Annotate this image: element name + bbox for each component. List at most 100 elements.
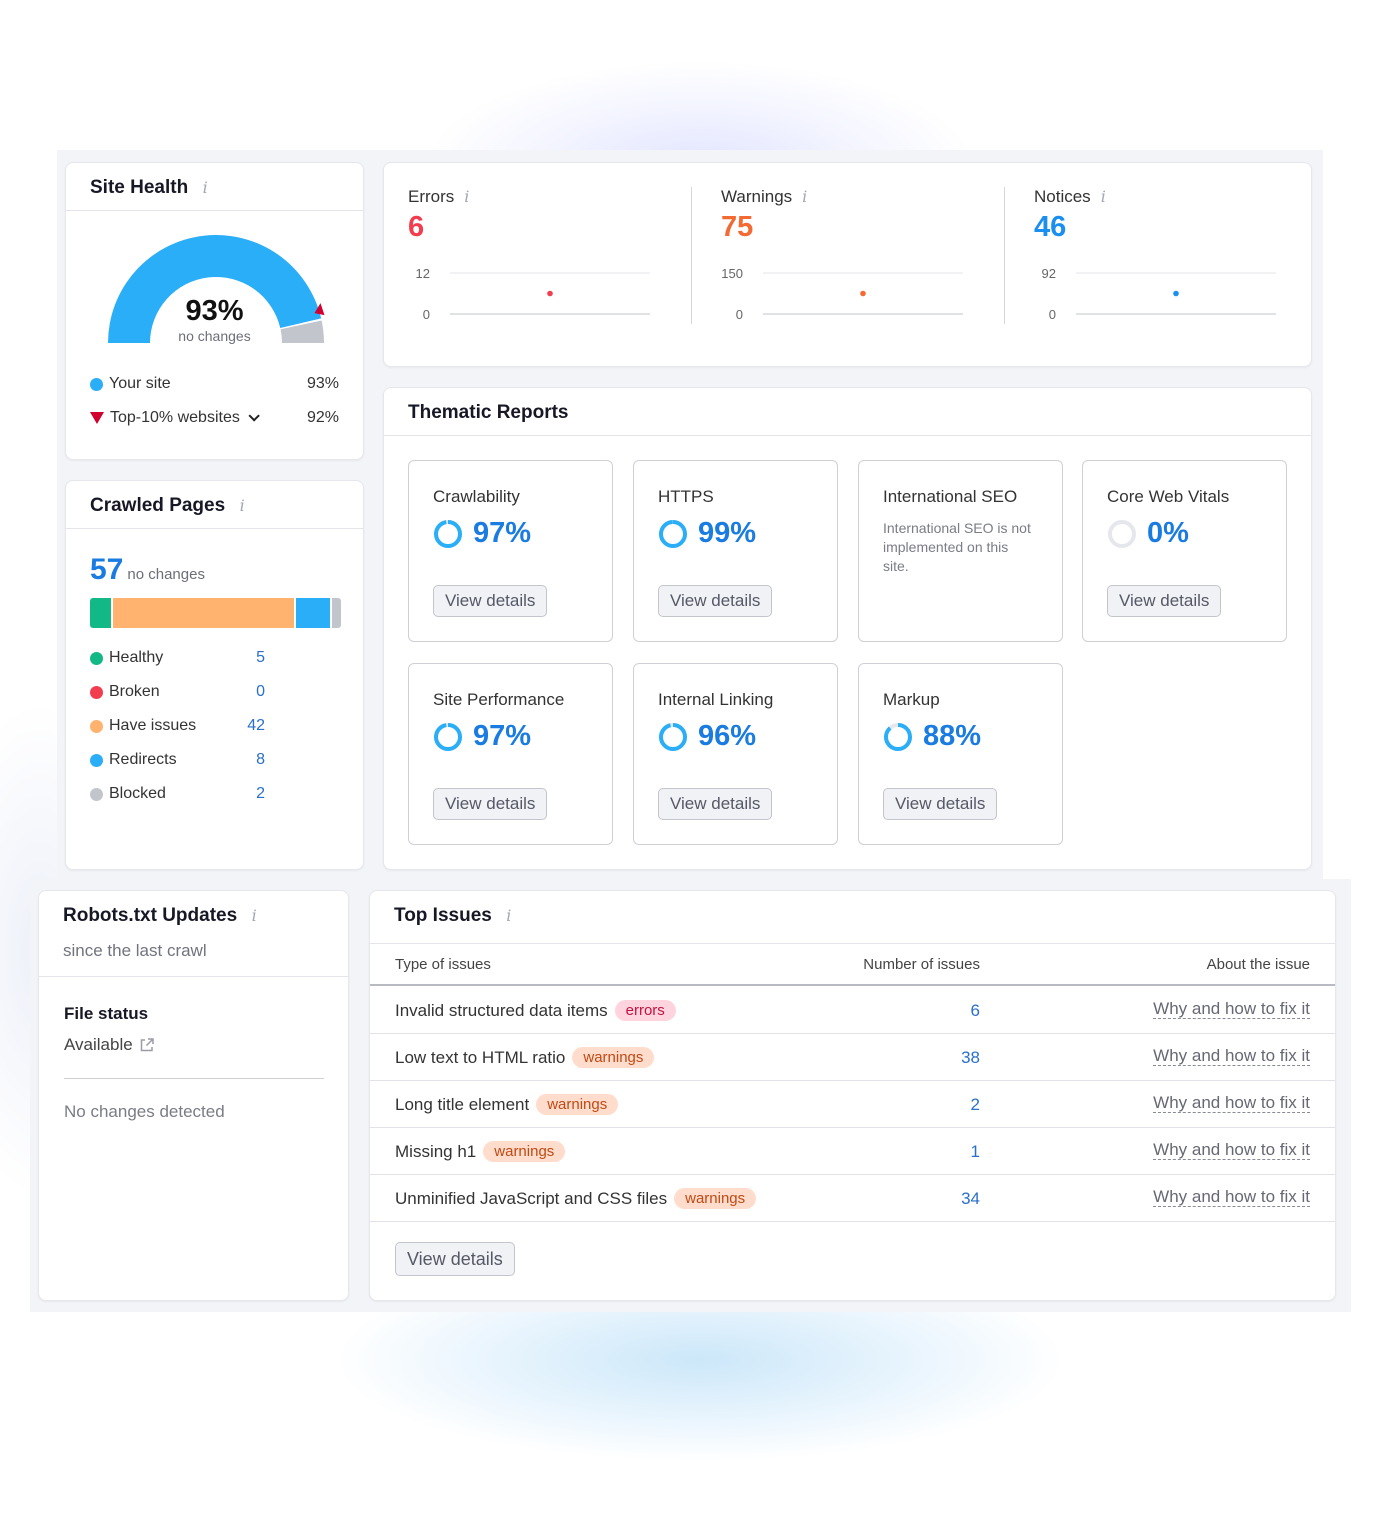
report-title: Core Web Vitals bbox=[1107, 487, 1230, 506]
view-details-button[interactable]: View details bbox=[658, 788, 773, 820]
crawled-category-row[interactable]: Have issues 42 bbox=[90, 717, 290, 735]
fix-link[interactable]: Why and how to fix it bbox=[1153, 1000, 1310, 1019]
report-percent[interactable]: 96% bbox=[698, 720, 756, 753]
crawled-category-row[interactable]: Healthy 5 bbox=[90, 649, 290, 667]
report-percent[interactable]: 0% bbox=[1147, 517, 1189, 550]
robots-subtitle: since the last crawl bbox=[63, 941, 207, 960]
category-value[interactable]: 0 bbox=[237, 683, 265, 701]
robots-changes: No changes detected bbox=[64, 1102, 225, 1121]
donut-icon bbox=[659, 722, 687, 751]
report-percent[interactable]: 88% bbox=[923, 720, 981, 753]
view-details-button[interactable]: View details bbox=[433, 788, 548, 820]
info-icon[interactable]: i bbox=[464, 187, 469, 206]
view-details-button[interactable]: View details bbox=[433, 585, 548, 617]
dot-icon bbox=[90, 651, 103, 665]
stat-warnings: Warnings i 75 150 0 bbox=[721, 187, 1011, 327]
crawled-total[interactable]: 57 no changes bbox=[90, 553, 205, 587]
donut-fill bbox=[659, 519, 687, 548]
file-status-value: Available bbox=[64, 1035, 133, 1054]
issue-name[interactable]: Long title element bbox=[395, 1095, 529, 1115]
view-details-button[interactable]: View details bbox=[883, 788, 998, 820]
category-value[interactable]: 42 bbox=[237, 717, 265, 735]
dot-icon bbox=[90, 753, 103, 767]
stat-label: Errors i bbox=[408, 187, 698, 207]
issue-name[interactable]: Missing h1 bbox=[395, 1142, 476, 1162]
report-percent[interactable]: 97% bbox=[473, 720, 531, 753]
data-point[interactable] bbox=[1173, 290, 1179, 297]
issue-cell: Long title element warnings bbox=[395, 1094, 619, 1115]
issue-count[interactable]: 38 bbox=[961, 1048, 980, 1068]
info-icon[interactable]: i bbox=[802, 187, 807, 206]
donut-track bbox=[1108, 519, 1136, 548]
triangle-down-icon bbox=[90, 412, 104, 424]
report-tile-international-seo: International SEO International SEO is no… bbox=[858, 460, 1063, 642]
crawled-total-value: 57 bbox=[90, 553, 124, 586]
issue-name[interactable]: Unminified JavaScript and CSS files bbox=[395, 1189, 667, 1209]
report-tile-https: HTTPS 99% View details bbox=[633, 460, 838, 642]
info-icon[interactable]: i bbox=[240, 496, 245, 515]
fix-link[interactable]: Why and how to fix it bbox=[1153, 1094, 1310, 1113]
report-note: International SEO is not implemented on … bbox=[883, 520, 1031, 574]
issue-count[interactable]: 6 bbox=[971, 1001, 980, 1021]
external-link-icon[interactable] bbox=[139, 1037, 155, 1053]
bar-segment-blocked[interactable] bbox=[332, 598, 341, 628]
category-value[interactable]: 5 bbox=[237, 649, 265, 667]
issue-name[interactable]: Invalid structured data items bbox=[395, 1001, 608, 1021]
fix-link[interactable]: Why and how to fix it bbox=[1153, 1188, 1310, 1207]
issue-count[interactable]: 1 bbox=[971, 1142, 980, 1162]
divider bbox=[64, 1078, 324, 1079]
info-icon[interactable]: i bbox=[506, 906, 511, 925]
fix-link[interactable]: Why and how to fix it bbox=[1153, 1141, 1310, 1160]
donut-fill bbox=[884, 722, 912, 751]
issue-cell: Invalid structured data items errors bbox=[395, 1000, 676, 1021]
site-health-card: Site Health i 93% no changes Your site 9… bbox=[65, 162, 364, 460]
issue-cell: Missing h1 warnings bbox=[395, 1141, 566, 1162]
column-header[interactable]: Type of issues bbox=[395, 956, 491, 973]
stat-value[interactable]: 46 bbox=[1034, 211, 1324, 244]
crawled-pages-bar bbox=[90, 598, 341, 628]
donut-icon bbox=[659, 519, 687, 548]
view-details-button[interactable]: View details bbox=[395, 1242, 515, 1276]
data-point[interactable] bbox=[860, 290, 866, 297]
card-title: Thematic Reports bbox=[408, 402, 569, 423]
stat-sparkline: 1500 bbox=[721, 266, 963, 322]
report-percent[interactable]: 97% bbox=[473, 517, 531, 550]
stat-errors: Errors i 6 12 0 bbox=[408, 187, 698, 327]
info-icon[interactable]: i bbox=[203, 178, 208, 197]
data-point[interactable] bbox=[547, 290, 553, 297]
fix-link[interactable]: Why and how to fix it bbox=[1153, 1047, 1310, 1066]
crawled-category-row[interactable]: Blocked 2 bbox=[90, 785, 290, 803]
category-value[interactable]: 8 bbox=[237, 751, 265, 769]
card-title: Site Health bbox=[90, 177, 189, 198]
axis-tick-max: 12 bbox=[416, 266, 430, 281]
legend-your-site: Your site 93% bbox=[90, 375, 339, 393]
crawled-category-row[interactable]: Redirects 8 bbox=[90, 751, 290, 769]
donut-icon bbox=[434, 519, 462, 548]
info-icon[interactable]: i bbox=[1101, 187, 1106, 206]
info-icon[interactable]: i bbox=[252, 906, 257, 925]
donut-icon bbox=[1108, 519, 1136, 548]
bar-segment-have-issues[interactable] bbox=[113, 598, 294, 628]
site-health-status: no changes bbox=[178, 328, 251, 344]
issue-count[interactable]: 2 bbox=[971, 1095, 980, 1115]
stat-value[interactable]: 6 bbox=[408, 211, 698, 244]
bar-segment-redirects[interactable] bbox=[296, 598, 331, 628]
thematic-reports-card: Thematic Reports Crawlability 97% View det… bbox=[383, 387, 1312, 870]
view-details-button[interactable]: View details bbox=[1107, 585, 1222, 617]
column-header[interactable]: Number of issues bbox=[863, 956, 980, 973]
bar-segment-healthy[interactable] bbox=[90, 598, 112, 628]
report-percent[interactable]: 99% bbox=[698, 517, 756, 550]
category-value[interactable]: 2 bbox=[237, 785, 265, 803]
crawled-category-row[interactable]: Broken 0 bbox=[90, 683, 290, 701]
stat-value[interactable]: 75 bbox=[721, 211, 1011, 244]
issues-summary-card: Errors i 6 12 0 Warnings i 75 150 0 Notices i 46 92 0 bbox=[383, 162, 1312, 367]
issue-name[interactable]: Low text to HTML ratio bbox=[395, 1048, 565, 1068]
robots-txt-card: Robots.txt Updates i since the last craw… bbox=[38, 890, 349, 1301]
legend-top10[interactable]: Top-10% websites 92% bbox=[90, 409, 339, 427]
file-status-link[interactable]: Available bbox=[64, 1035, 155, 1055]
issue-type-badge: warnings bbox=[536, 1094, 619, 1115]
chevron-down-icon[interactable] bbox=[248, 410, 260, 422]
stat-label: Notices i bbox=[1034, 187, 1324, 207]
issue-count[interactable]: 34 bbox=[961, 1189, 980, 1209]
view-details-button[interactable]: View details bbox=[658, 585, 773, 617]
